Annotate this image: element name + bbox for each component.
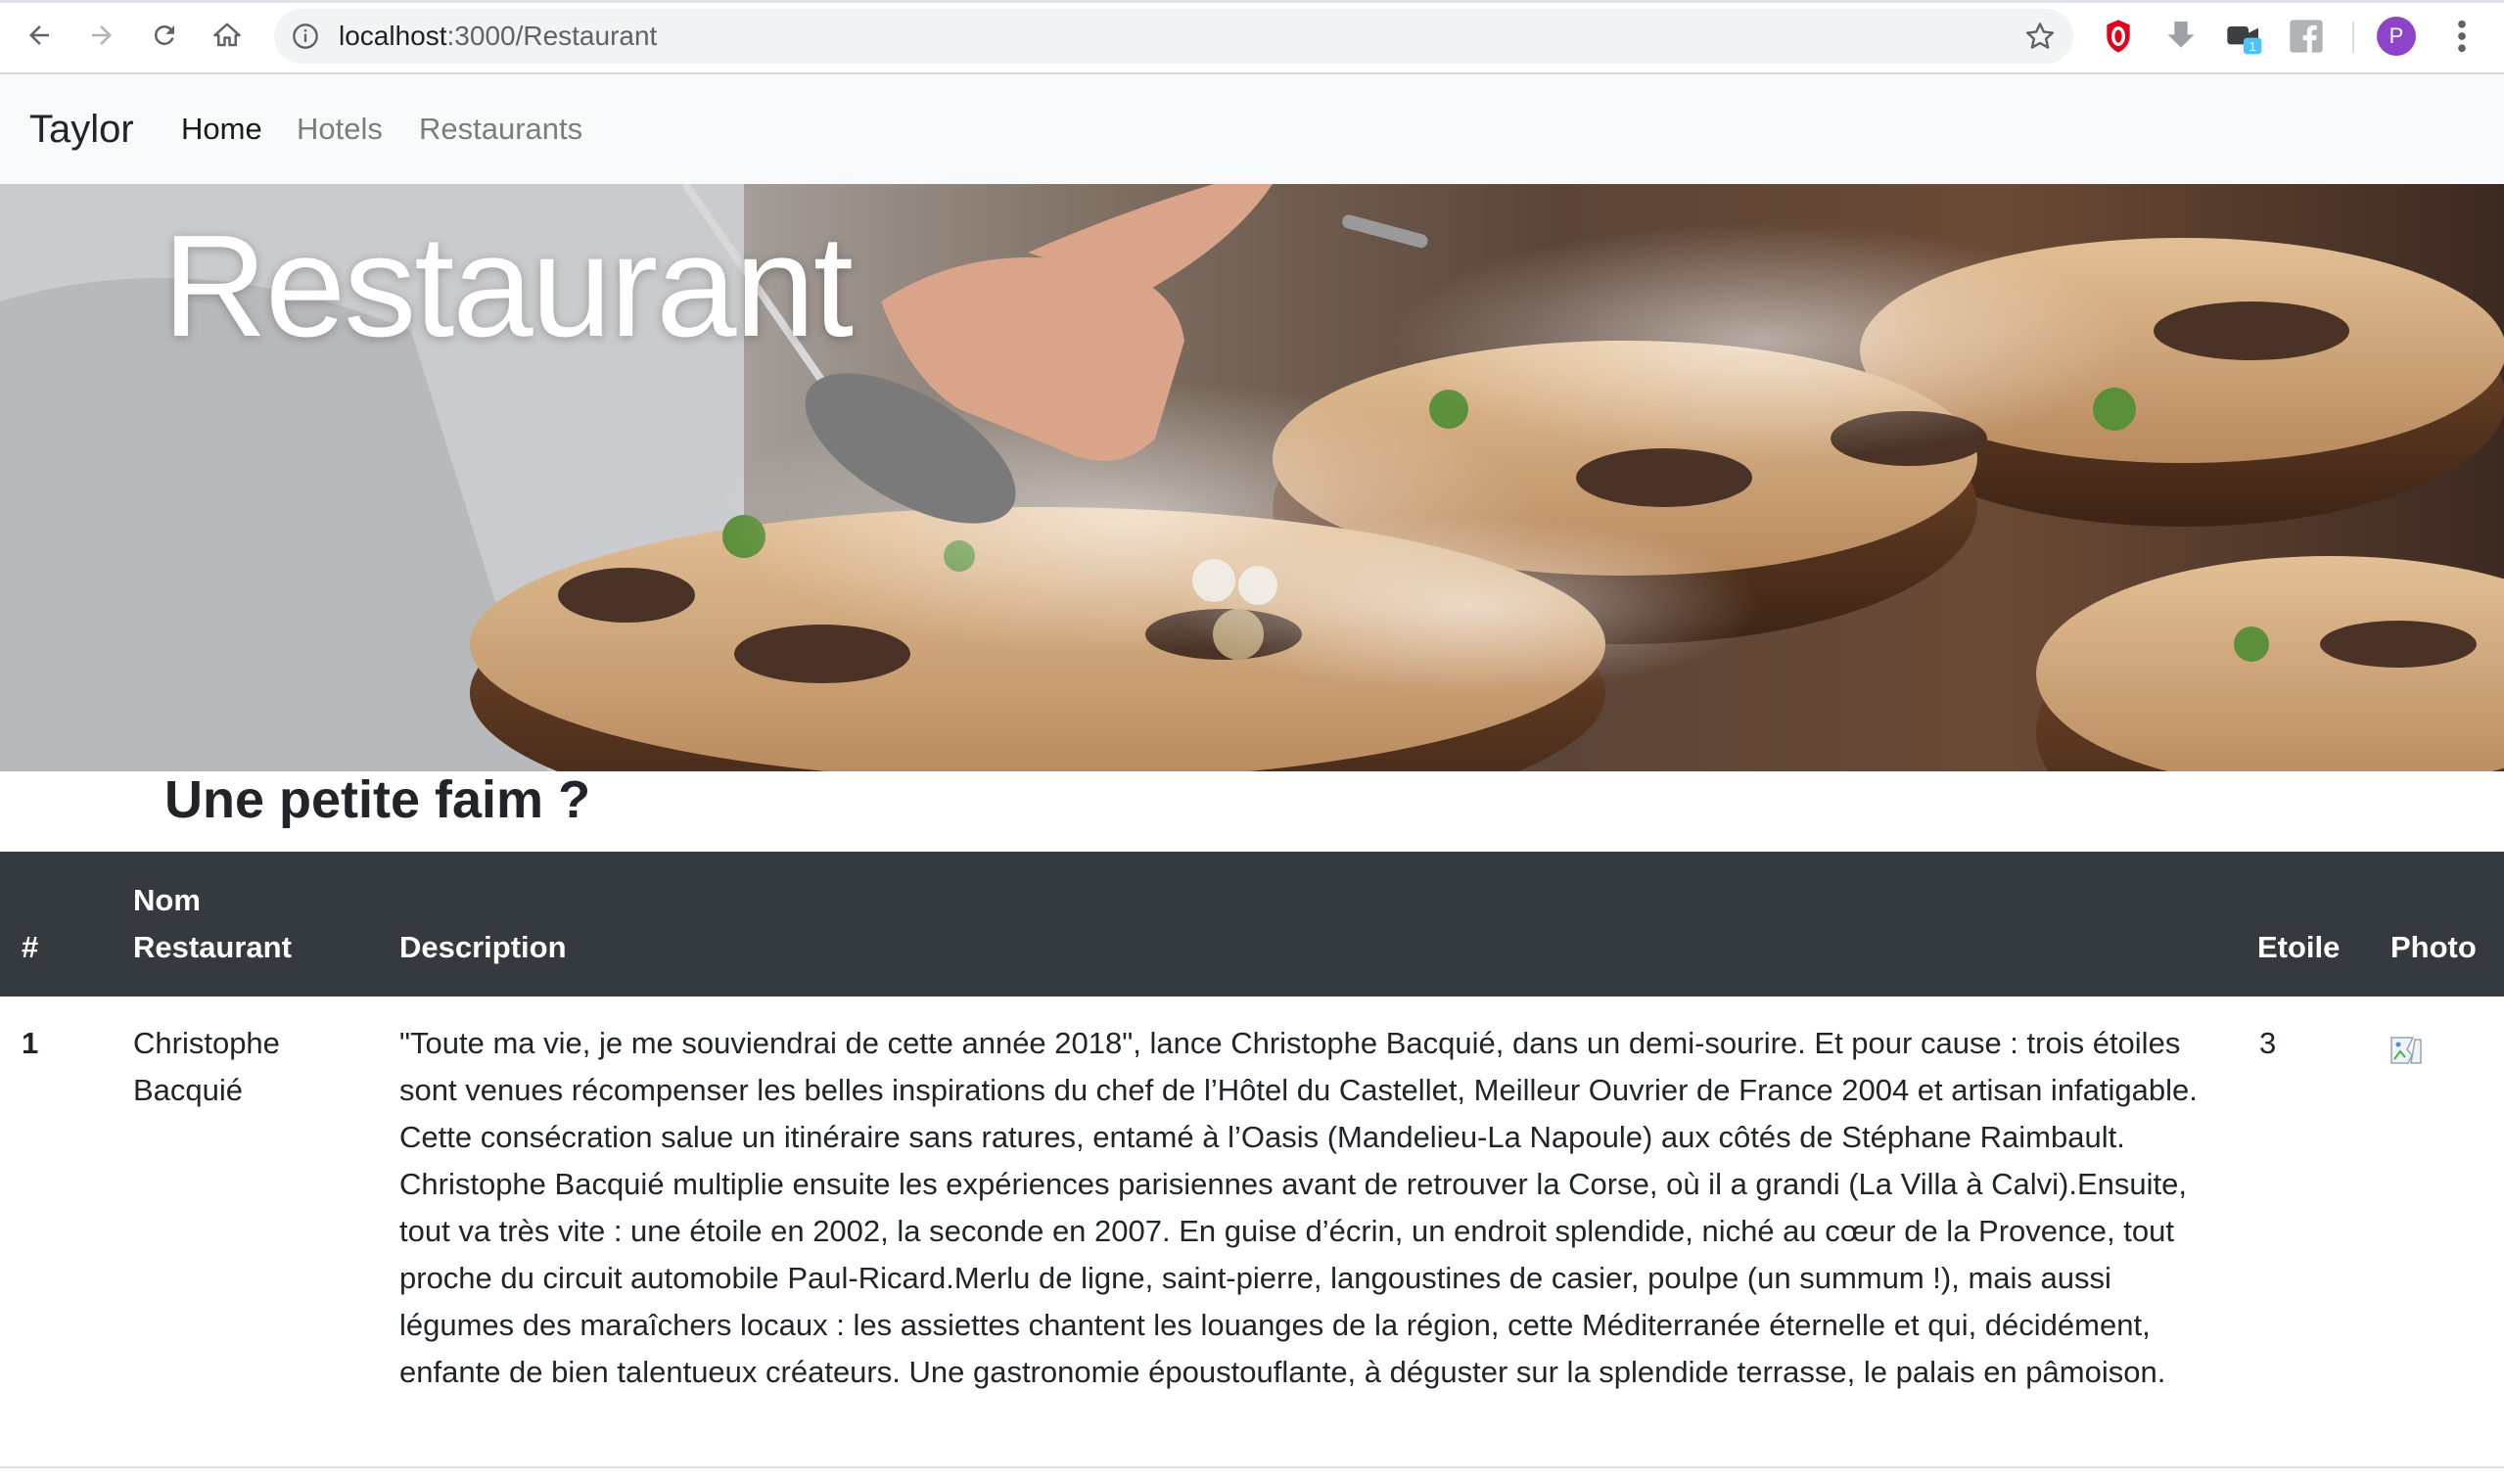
table-row: 1 Christophe Bacquié "Toute ma vie, je m…	[0, 997, 2504, 1468]
header-name-line2: Restaurant	[133, 930, 292, 964]
header-name: Nom Restaurant	[133, 877, 292, 971]
header-name-line1: Nom	[133, 883, 201, 917]
home-button[interactable]	[206, 14, 249, 57]
nav-link-home[interactable]: Home	[181, 74, 262, 184]
forward-button[interactable]	[80, 14, 123, 57]
bookmark-star-icon[interactable]	[2024, 21, 2056, 52]
url-text[interactable]: localhost:3000/Restaurant	[339, 9, 657, 64]
home-icon	[213, 23, 241, 47]
arrow-right-icon	[92, 25, 112, 45]
extension-badge: 1	[2249, 39, 2255, 54]
header-stars: Etoile	[2257, 930, 2341, 964]
tab-strip-edge	[0, 0, 2504, 3]
meet-icon[interactable]: 1	[2224, 17, 2263, 56]
url-host: localhost	[339, 21, 447, 51]
arrow-left-icon	[29, 25, 49, 45]
back-button[interactable]	[18, 14, 61, 57]
hero-title: Restaurant	[162, 206, 854, 367]
cell-stars: 3	[2259, 1026, 2277, 1060]
opera-icon[interactable]	[2099, 17, 2138, 56]
browser-toolbar: localhost:3000/Restaurant 1 P	[0, 0, 2504, 74]
cell-name-line1: Christophe	[133, 1026, 280, 1060]
broken-image-icon	[2390, 1037, 2422, 1064]
address-bar[interactable]: localhost:3000/Restaurant	[274, 9, 2073, 64]
toolbar-divider	[2352, 22, 2354, 53]
download-icon[interactable]	[2161, 17, 2201, 56]
info-icon[interactable]	[292, 23, 319, 50]
reload-icon	[154, 24, 174, 45]
url-path: :3000/Restaurant	[446, 21, 658, 51]
cell-index: 1	[22, 1026, 39, 1060]
reload-button[interactable]	[143, 14, 186, 57]
cell-description: "Toute ma vie, je me souviendrai de cett…	[399, 1026, 2198, 1389]
profile-avatar[interactable]: P	[2377, 17, 2416, 56]
nav-link-hotels[interactable]: Hotels	[297, 74, 383, 184]
kebab-menu-icon[interactable]	[2447, 16, 2477, 57]
navbar-brand[interactable]: Taylor	[29, 74, 134, 184]
cell-name-line2: Bacquié	[133, 1073, 244, 1107]
table-header: # Nom Restaurant Description Etoile Phot…	[0, 852, 2504, 997]
site-navbar: Taylor Home Hotels Restaurants	[0, 74, 2504, 184]
nav-link-restaurants[interactable]: Restaurants	[419, 74, 582, 184]
cell-name: Christophe Bacquié	[133, 1020, 280, 1114]
header-description: Description	[399, 930, 567, 964]
facebook-icon[interactable]	[2287, 17, 2326, 56]
header-photo: Photo	[2390, 930, 2477, 964]
section-subtitle: Une petite faim ?	[164, 770, 591, 829]
header-index: #	[22, 930, 39, 964]
hero-banner: Restaurant	[0, 184, 2504, 771]
